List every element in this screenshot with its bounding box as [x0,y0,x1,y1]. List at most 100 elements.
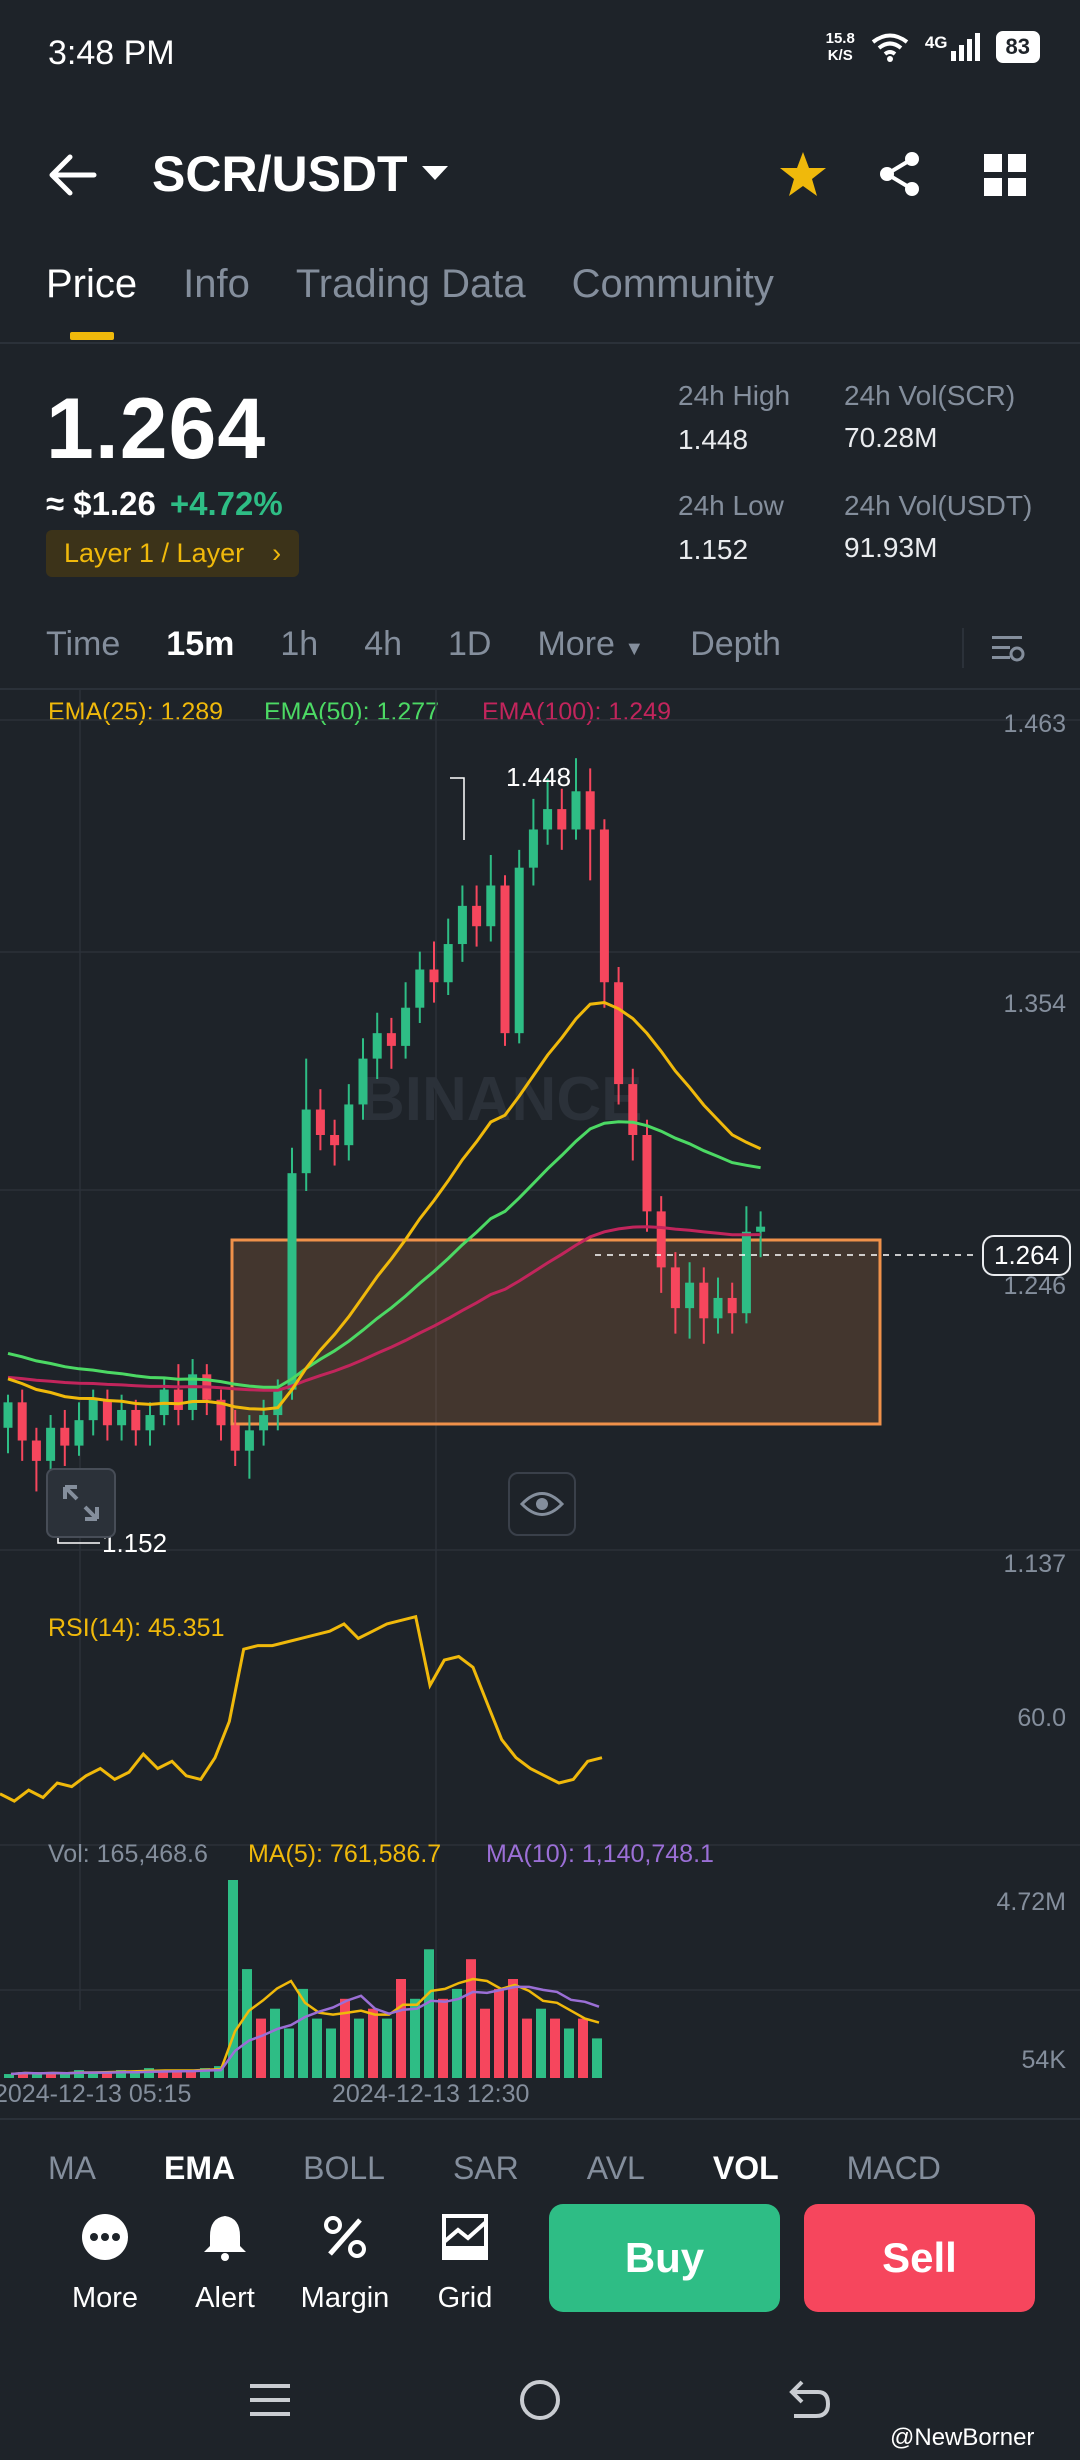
volume-bar [32,2074,42,2078]
candle-body [642,1135,652,1212]
star-icon[interactable] [778,150,828,198]
indicator-boll[interactable]: BOLL [303,2150,385,2187]
candle-body [727,1297,737,1314]
volume-bar [438,1998,448,2078]
main-tabs: Price Info Trading Data Community [46,262,774,307]
candle-body [756,1226,766,1232]
indicator-macd[interactable]: MACD [847,2150,941,2187]
candle-body [415,969,425,1008]
divider [0,2118,1080,2120]
volume-bar [396,1979,406,2078]
caret-down-icon: ▼ [624,638,645,660]
tf-more[interactable]: More ▼ [537,625,644,664]
tab-community[interactable]: Community [572,262,774,307]
alert-label: Alert [195,2282,255,2314]
volume-bar [536,2008,546,2078]
volume-bar [466,1959,476,2078]
candle-body [500,885,510,1034]
tab-price[interactable]: Price [46,262,137,307]
candle-body [60,1427,70,1446]
visibility-toggle[interactable] [508,1472,576,1536]
grid-action[interactable]: Grid [410,2212,520,2315]
recent-apps-icon[interactable] [250,2380,290,2420]
tab-trading-data[interactable]: Trading Data [296,262,526,307]
buy-button[interactable]: Buy [549,2204,780,2312]
tf-time[interactable]: Time [46,625,120,664]
rsi-axis-label: 60.0 [1017,1704,1066,1732]
category-tag[interactable]: Layer 1 / Layer › [46,530,300,577]
candle-body [614,982,624,1085]
fullscreen-button[interactable] [46,1468,116,1538]
tf-15m[interactable]: 15m [166,625,234,664]
volume-bar [452,1988,462,2078]
candle-body [344,1104,354,1146]
volume-bar [60,2074,70,2078]
more-action[interactable]: More [50,2212,160,2315]
candle-body [330,1135,340,1146]
high-marker: 1.448 [506,762,572,792]
pair-selector[interactable]: SCR/USDT [152,145,448,203]
indicator-avl[interactable]: AVL [587,2150,645,2187]
indicator-vol[interactable]: VOL [713,2150,779,2187]
candle-body [528,829,538,868]
low-label: 24h Low [678,490,784,521]
volume-bar [424,1949,434,2078]
margin-action[interactable]: Margin [290,2212,400,2315]
candle-body [102,1399,112,1426]
percent-icon [324,2216,366,2258]
candle-body [543,809,553,830]
candle-body [301,1109,311,1174]
home-icon[interactable] [518,2378,562,2422]
candle-body [429,969,439,983]
indicator-ema[interactable]: EMA [164,2150,235,2187]
volume-bar [550,2018,560,2078]
share-icon[interactable] [876,150,924,198]
net-speed-unit: K/S [827,47,853,64]
grid-label: Grid [437,2282,493,2314]
candle-body [244,1430,254,1451]
candle-body [457,905,467,945]
eye-icon [520,1492,564,1516]
indicator-ma[interactable]: MA [48,2150,96,2187]
back-icon[interactable] [788,2378,832,2422]
candle-body [472,905,482,927]
tab-info[interactable]: Info [183,262,250,307]
candle-body [372,1033,382,1059]
candle-body [386,1033,396,1046]
tf-4h[interactable]: 4h [364,625,402,664]
candle-body [557,809,567,830]
ma10-legend: MA(10): 1,140,748.1 [486,1840,714,1868]
chart-settings-icon[interactable] [990,630,1026,666]
price-chart[interactable]: BINANCE [0,690,1080,2090]
candle-body [131,1409,141,1431]
rsi-legend: RSI(14): 45.351 [48,1614,225,1642]
candle-body [670,1267,680,1309]
volume-bar [270,2008,280,2078]
volume-bar [312,2018,322,2078]
current-price-tag: 1.264 [982,1235,1072,1276]
candle-body [259,1415,269,1431]
alert-action[interactable]: Alert [170,2212,280,2315]
back-arrow-icon[interactable] [48,154,98,196]
low-value: 1.152 [678,534,749,565]
candle-body [74,1420,84,1446]
grid-menu-icon[interactable] [984,154,1026,196]
candle-body [585,791,595,830]
status-time: 3:48 PM [48,34,175,72]
indicator-sar[interactable]: SAR [453,2150,519,2187]
price-change: +4.72% [169,485,283,522]
grid-trading-icon [442,2214,488,2260]
volume-bar [368,2008,378,2078]
tf-depth[interactable]: Depth [690,625,781,664]
candle-body [628,1084,638,1135]
rsi-panel [0,1614,603,1803]
candle-body [173,1389,183,1410]
sell-button[interactable]: Sell [804,2204,1035,2312]
candle-body [685,1282,695,1309]
tf-1d[interactable]: 1D [448,625,491,664]
candle-body [88,1399,98,1421]
network-type: 4G [924,33,948,52]
ma5-legend: MA(5): 761,586.7 [248,1840,442,1868]
time-axis-label: 2024-12-13 12:30 [332,2080,530,2108]
tf-1h[interactable]: 1h [280,625,318,664]
